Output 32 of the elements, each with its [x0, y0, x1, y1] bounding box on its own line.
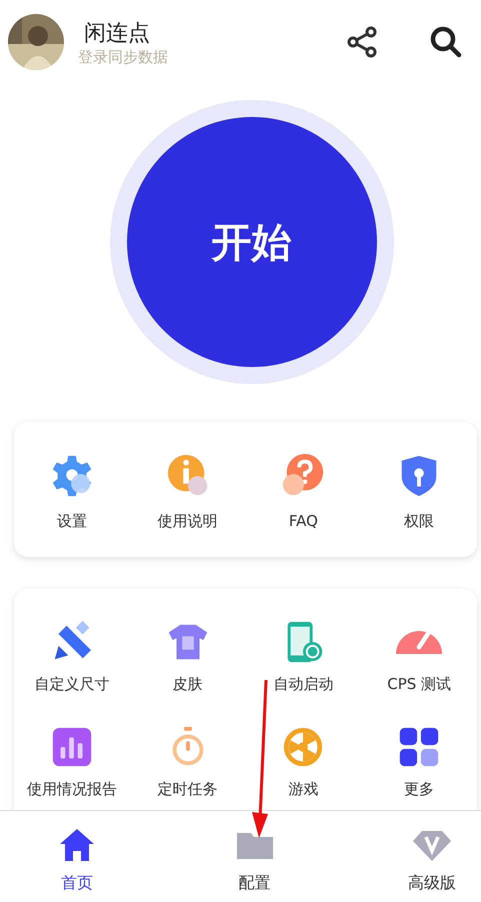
menu-item[interactable]: 权限 [361, 452, 477, 531]
search-icon[interactable] [429, 25, 463, 59]
nav-tab[interactable]: 配置 [220, 825, 290, 894]
tool-item[interactable]: 更多 [361, 724, 477, 810]
item-label: 使用情况报告 [26, 780, 117, 798]
item-label: 自定义尺寸 [34, 675, 110, 694]
tool-item[interactable]: 皮肤 [130, 619, 246, 706]
tool-item[interactable]: 自定义尺寸 [14, 619, 130, 706]
item-label: 定时任务 [158, 780, 218, 798]
item-label: 游戏 [288, 780, 318, 798]
tool-item[interactable]: 自动启动 [246, 619, 362, 706]
tool-item[interactable]: 使用情况报告 [14, 724, 130, 810]
menu-item[interactable]: 使用说明 [130, 452, 246, 531]
item-label: 自动启动 [273, 675, 334, 694]
item-label: FAQ [288, 512, 318, 530]
menu-item[interactable]: 设置 [14, 452, 130, 531]
menu-item[interactable]: FAQ [246, 452, 362, 531]
gauge-icon [396, 631, 442, 654]
item-label: 权限 [404, 512, 434, 531]
start-button[interactable]: 开始 [126, 117, 376, 367]
item-label: CPS 测试 [387, 675, 452, 694]
item-label: 使用说明 [158, 512, 218, 531]
tool-item[interactable]: CPS 测试 [361, 619, 477, 706]
app-title: 闲连点 [83, 20, 150, 48]
item-label: 皮肤 [172, 675, 203, 694]
nav-tab[interactable]: 首页 [42, 825, 112, 894]
tool-item[interactable]: 游戏 [246, 724, 362, 810]
item-label: 更多 [404, 780, 434, 798]
tool-item[interactable]: 定时任务 [130, 724, 246, 810]
nav-tab[interactable]: 高级版 [397, 825, 467, 894]
item-label: 设置 [56, 512, 87, 531]
share-icon[interactable] [345, 25, 379, 59]
